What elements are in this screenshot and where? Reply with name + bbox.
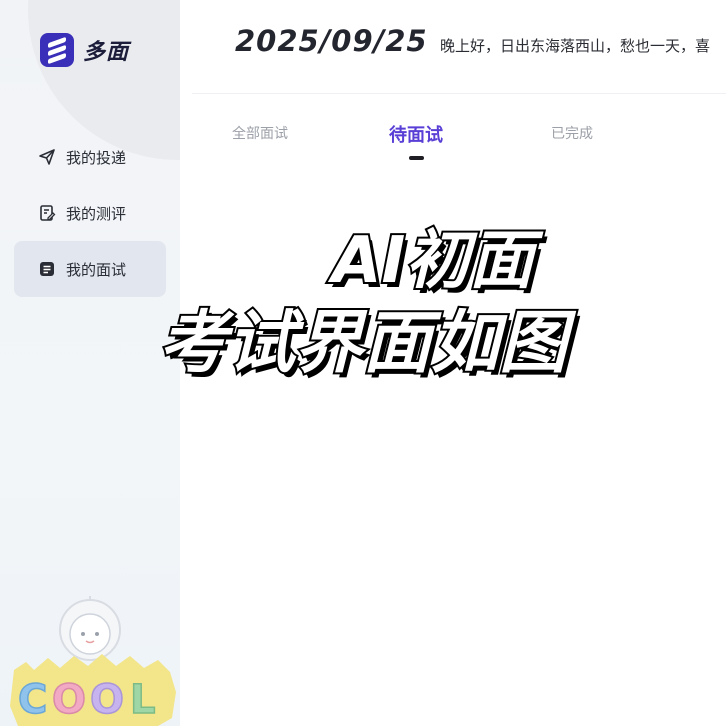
tab-completed[interactable]: 已完成 xyxy=(551,123,593,143)
mascot-illustration: C O O L xyxy=(10,596,176,726)
sidebar-item-label: 我的测评 xyxy=(66,204,127,223)
svg-text:O: O xyxy=(52,677,86,723)
app-window: 多面 我的投递 我的测评 我的面试 C O O L 2025/09/25 晚上好… xyxy=(0,0,726,726)
assessment-icon xyxy=(40,205,56,221)
tab-all-interviews[interactable]: 全部面试 xyxy=(232,123,288,143)
active-tab-indicator xyxy=(409,156,424,160)
sidebar-item-interviews[interactable]: 我的面试 xyxy=(14,241,166,297)
sidebar-item-label: 我的面试 xyxy=(66,260,127,279)
sidebar-item-applications[interactable]: 我的投递 xyxy=(14,129,166,185)
brand-logo-icon xyxy=(40,33,74,67)
brand-name: 多面 xyxy=(83,40,130,65)
interview-icon xyxy=(40,262,54,276)
sidebar-item-assessments[interactable]: 我的测评 xyxy=(14,185,166,241)
header-greeting: 晚上好，日出东海落西山，愁也一天，喜 xyxy=(440,37,711,55)
main-content: 2025/09/25 晚上好，日出东海落西山，愁也一天，喜 全部面试 待面试 已… xyxy=(180,0,726,726)
sidebar: 多面 我的投递 我的测评 我的面试 C O O L xyxy=(0,0,180,726)
send-icon xyxy=(39,149,55,165)
tab-pending-interviews[interactable]: 待面试 xyxy=(389,121,443,147)
svg-text:L: L xyxy=(130,677,156,723)
sidebar-item-label: 我的投递 xyxy=(66,148,127,167)
header-date: 2025/09/25 xyxy=(235,24,428,58)
brand[interactable]: 多面 xyxy=(40,33,129,67)
header-divider xyxy=(192,93,726,94)
svg-text:O: O xyxy=(90,677,124,723)
svg-text:C: C xyxy=(18,677,47,723)
